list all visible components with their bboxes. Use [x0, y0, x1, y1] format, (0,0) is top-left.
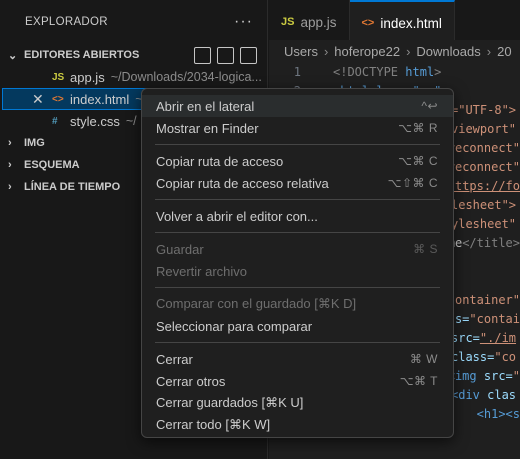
menu-item-label: Cerrar — [156, 351, 193, 367]
menu-item-compare-with-saved: Comparar con el guardado [⌘K D] — [142, 293, 453, 315]
close-all-icon[interactable] — [240, 46, 257, 64]
save-all-icon[interactable] — [217, 46, 234, 64]
menu-item-label: Revertir archivo — [156, 263, 248, 279]
code-token: src= — [476, 368, 513, 383]
code-token: lesheet"> — [451, 197, 517, 212]
breadcrumb: Users › hoferope22 › Downloads › 20 — [269, 40, 520, 62]
tab-index-html[interactable]: <> index.html — [349, 0, 455, 44]
explorer-header: EXPLORADOR ··· — [0, 0, 267, 44]
code-token: "contai — [469, 311, 520, 326]
explorer-title: EXPLORADOR — [25, 16, 108, 28]
breadcrumb-item[interactable]: Users — [284, 44, 318, 59]
html-file-icon: <> — [52, 93, 64, 105]
menu-item-save: Guardar ⌘ S — [142, 238, 453, 260]
breadcrumb-item[interactable]: Downloads — [416, 44, 480, 59]
tab-app-js[interactable]: JS app.js — [269, 0, 350, 44]
menu-item-close-all[interactable]: Cerrar todo [⌘K W] — [142, 414, 453, 436]
menu-item-close-saved[interactable]: Cerrar guardados [⌘K U] — [142, 392, 453, 414]
menu-item-select-for-compare[interactable]: Seleccionar para comparar — [142, 315, 453, 337]
line-number: 1 — [293, 64, 301, 79]
code-token: https://fo — [447, 178, 520, 193]
open-editor-name: style.css — [70, 113, 120, 129]
menu-item-close-others[interactable]: Cerrar otros ⌥⌘ T — [142, 370, 453, 392]
code-token: " — [512, 368, 520, 383]
menu-separator — [155, 199, 440, 200]
javascript-file-icon: JS — [281, 16, 295, 28]
menu-item-shortcut: ⌥⇧⌘ C — [387, 176, 438, 190]
open-editor-name: app.js — [70, 69, 105, 85]
code-token: container" — [447, 292, 520, 307]
more-actions-icon[interactable]: ··· — [234, 13, 253, 31]
code-token: ylesheet" — [451, 216, 517, 231]
menu-item-shortcut: ⌘ S — [413, 242, 438, 256]
menu-separator — [155, 232, 440, 233]
code-token: </title> — [462, 235, 520, 250]
chevron-down-icon: ⌄ — [8, 49, 18, 62]
open-editor-name: index.html — [70, 91, 130, 107]
chevron-right-icon: › — [8, 181, 12, 193]
context-menu: Abrir en el lateral ^↩ Mostrar en Finder ⌥… — [141, 88, 454, 438]
menu-item-shortcut: ⌥⌘ T — [399, 374, 438, 388]
menu-item-shortcut: ⌘ W — [409, 352, 438, 366]
menu-item-close[interactable]: Cerrar ⌘ W — [142, 348, 453, 370]
open-editor-app-js[interactable]: JS app.js ~/Downloads/2034-logica... — [0, 66, 267, 88]
code-token: class= — [451, 349, 495, 364]
code-token: src= — [451, 330, 480, 345]
code-token: "./im — [479, 330, 517, 345]
menu-item-label: Abrir en el lateral — [156, 98, 255, 114]
menu-item-shortcut: ⌥⌘ C — [398, 154, 438, 168]
code-token: viewport" — [451, 121, 517, 136]
open-editor-path: ~/Downloads/2034-logica... — [110, 70, 262, 84]
menu-item-open-to-side[interactable]: Abrir en el lateral ^↩ — [142, 95, 453, 117]
chevron-right-icon: › — [8, 159, 12, 171]
menu-item-label: Guardar — [156, 241, 204, 257]
menu-separator — [155, 287, 440, 288]
code-token: html — [398, 64, 435, 79]
menu-separator — [155, 144, 440, 145]
breadcrumb-item[interactable]: hoferope22 — [334, 44, 400, 59]
chevron-right-icon: › — [486, 43, 492, 59]
menu-item-label: Cerrar todo [⌘K W] — [156, 417, 271, 432]
menu-item-label: Cerrar guardados [⌘K U] — [156, 395, 304, 410]
css-file-icon: # — [52, 115, 58, 127]
menu-item-label: Comparar con el guardado [⌘K D] — [156, 296, 357, 311]
menu-item-reveal-in-finder[interactable]: Mostrar en Finder ⌥⌘ R — [142, 117, 453, 139]
section-label: ESQUEMA — [24, 159, 80, 171]
menu-item-revert-file: Revertir archivo — [142, 260, 453, 282]
code-token: <h1><s — [476, 406, 520, 421]
menu-item-label: Copiar ruta de acceso — [156, 153, 284, 169]
tab-label: app.js — [300, 14, 337, 30]
chevron-right-icon: › — [8, 137, 12, 149]
open-editors-section[interactable]: ⌄ EDITORES ABIERTOS — [0, 44, 267, 66]
menu-item-label: Cerrar otros — [156, 373, 226, 389]
chevron-right-icon: › — [406, 43, 411, 59]
new-untitled-file-icon[interactable] — [194, 46, 211, 64]
menu-item-copy-path[interactable]: Copiar ruta de acceso ⌥⌘ C — [142, 150, 453, 172]
javascript-file-icon: JS — [52, 71, 65, 83]
section-label: LÍNEA DE TIEMPO — [24, 181, 121, 193]
code-token: clas — [479, 387, 517, 402]
editor-tabs: JS app.js <> index.html — [269, 0, 520, 44]
html-file-icon: <> — [361, 17, 375, 29]
tab-label: index.html — [380, 15, 442, 31]
close-icon[interactable]: ✕ — [32, 91, 44, 108]
menu-item-shortcut: ^↩ — [421, 99, 438, 113]
code-token: <div — [451, 387, 480, 402]
menu-item-label: Volver a abrir el editor con... — [156, 208, 318, 224]
menu-item-label: Seleccionar para comparar — [156, 318, 313, 334]
menu-item-label: Copiar ruta de acceso relativa — [156, 175, 329, 191]
menu-item-shortcut: ⌥⌘ R — [398, 121, 438, 135]
menu-item-label: Mostrar en Finder — [156, 120, 259, 136]
menu-item-reopen-editor-with[interactable]: Volver a abrir el editor con... — [142, 205, 453, 227]
code-token: ="UTF-8"> — [451, 102, 517, 117]
code-token: "co — [494, 349, 517, 364]
chevron-right-icon: › — [323, 43, 329, 59]
breadcrumb-item[interactable]: 20 — [497, 44, 511, 59]
menu-item-copy-relative-path[interactable]: Copiar ruta de acceso relativa ⌥⇧⌘ C — [142, 172, 453, 194]
code-token: <!DOCTYPE — [333, 64, 399, 79]
open-editors-title: EDITORES ABIERTOS — [24, 49, 140, 61]
section-label: IMG — [24, 137, 45, 149]
open-editor-path: ~/ — [125, 114, 137, 128]
menu-separator — [155, 342, 440, 343]
